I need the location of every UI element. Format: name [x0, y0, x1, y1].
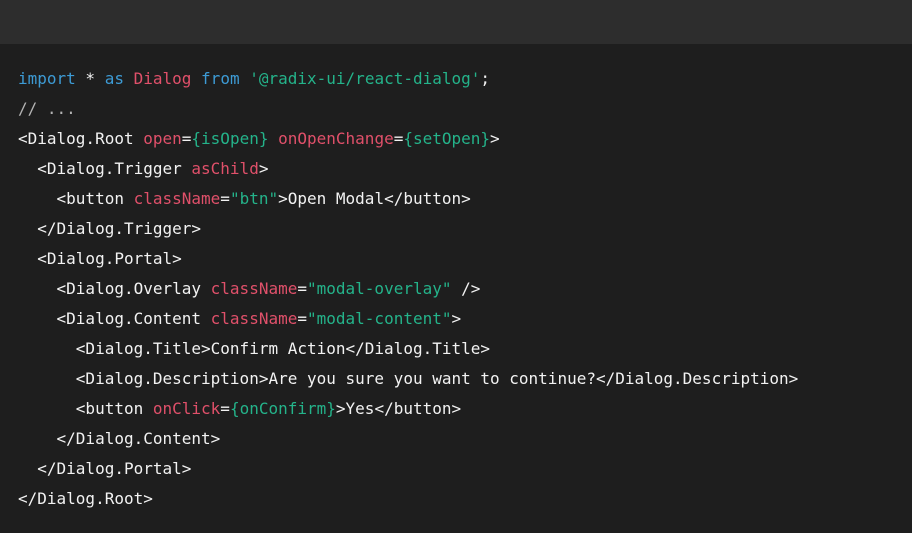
- code-token-plain: </Dialog.Content>: [18, 429, 221, 448]
- code-token-plain: =: [297, 309, 307, 328]
- code-token-plain: <Dialog.Portal>: [18, 249, 182, 268]
- code-token-val: "modal-overlay": [307, 279, 452, 298]
- code-token-plain: <button: [18, 399, 153, 418]
- code-token-plain: *: [75, 69, 105, 88]
- code-line: <Dialog.Trigger asChild>: [18, 154, 798, 184]
- code-token-plain: <Dialog.Root: [18, 129, 144, 148]
- code-token-attr: className: [210, 279, 298, 298]
- code-token-attr: onClick: [152, 399, 221, 418]
- code-token-attr: className: [133, 189, 221, 208]
- code-line: </Dialog.Root>: [18, 484, 798, 514]
- code-line: </Dialog.Portal>: [18, 454, 798, 484]
- code-token-val: "btn": [229, 189, 279, 208]
- code-token-plain: <button: [18, 189, 134, 208]
- code-token-plain: =: [297, 279, 307, 298]
- code-block: import * as Dialog from '@radix-ui/react…: [18, 64, 798, 514]
- code-token-kw: as: [104, 69, 124, 88]
- code-viewer: import * as Dialog from '@radix-ui/react…: [0, 0, 912, 533]
- code-token-plain: <Dialog.Title>Confirm Action</Dialog.Tit…: [18, 339, 491, 358]
- code-token-plain: =: [393, 129, 404, 148]
- code-token-com: // ...: [18, 99, 76, 118]
- code-token-plain: >: [258, 159, 269, 178]
- code-token-str: '@radix-ui/react-dialog': [249, 69, 481, 88]
- code-token-plain: <Dialog.Content: [18, 309, 211, 328]
- code-header-bar: [0, 0, 912, 44]
- code-token-kw: import: [18, 69, 76, 88]
- code-line: <Dialog.Overlay className="modal-overlay…: [18, 274, 798, 304]
- code-token-attr: onOpenChange: [278, 129, 394, 148]
- code-token-val: {isOpen}: [191, 129, 269, 148]
- code-token-plain: </Dialog.Portal>: [18, 459, 192, 478]
- code-token-kw: from: [201, 69, 240, 88]
- code-token-plain: >: [451, 309, 462, 328]
- code-line: import * as Dialog from '@radix-ui/react…: [18, 64, 798, 94]
- code-token-attr: asChild: [191, 159, 259, 178]
- code-line: <Dialog.Root open={isOpen} onOpenChange=…: [18, 124, 798, 154]
- code-token-plain: </Dialog.Trigger>: [18, 219, 202, 238]
- code-line: </Dialog.Trigger>: [18, 214, 798, 244]
- code-line: </Dialog.Content>: [18, 424, 798, 454]
- code-token-attr: className: [210, 309, 298, 328]
- code-token-val: {onConfirm}: [229, 399, 336, 418]
- code-token-val: {setOpen}: [403, 129, 491, 148]
- code-token-plain: =: [220, 399, 230, 418]
- code-line: <button className="btn">Open Modal</butt…: [18, 184, 798, 214]
- code-token-plain: <Dialog.Trigger: [18, 159, 192, 178]
- code-line: <Dialog.Description>Are you sure you wan…: [18, 364, 798, 394]
- code-line: <Dialog.Content className="modal-content…: [18, 304, 798, 334]
- code-token-plain: <Dialog.Description>Are you sure you wan…: [18, 369, 799, 388]
- code-token-plain: >Open Modal</button>: [278, 189, 471, 208]
- code-token-plain: >Yes</button>: [335, 399, 462, 418]
- code-token-plain: =: [220, 189, 230, 208]
- code-token-val: "modal-content": [307, 309, 452, 328]
- code-line: <Dialog.Title>Confirm Action</Dialog.Tit…: [18, 334, 798, 364]
- code-token-id: Dialog: [133, 69, 192, 88]
- code-token-plain: =: [181, 129, 192, 148]
- code-token-attr: open: [143, 129, 182, 148]
- code-token-plain: ;: [480, 69, 491, 88]
- code-line: <Dialog.Portal>: [18, 244, 798, 274]
- code-token-plain: >: [490, 129, 500, 148]
- code-token-plain: <Dialog.Overlay: [18, 279, 211, 298]
- code-line: // ...: [18, 94, 798, 124]
- code-token-plain: />: [451, 279, 481, 298]
- code-line: <button onClick={onConfirm}>Yes</button>: [18, 394, 798, 424]
- code-token-plain: </Dialog.Root>: [18, 489, 153, 508]
